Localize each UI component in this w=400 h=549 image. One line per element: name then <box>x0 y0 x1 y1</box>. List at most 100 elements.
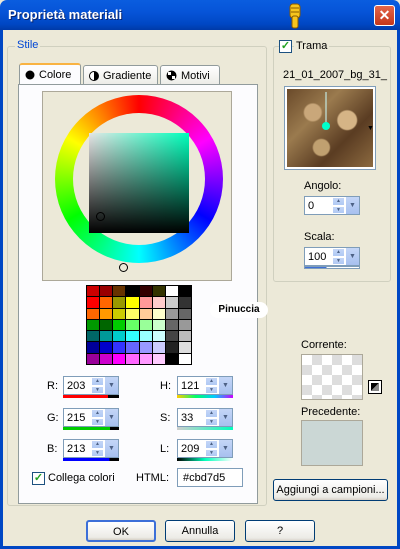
palette-swatch[interactable] <box>100 286 113 297</box>
palette-swatch[interactable] <box>126 331 139 342</box>
chevron-down-icon[interactable]: ▼ <box>367 125 374 132</box>
palette-swatch[interactable] <box>152 297 165 308</box>
palette-swatch[interactable] <box>152 286 165 297</box>
palette-swatch[interactable] <box>139 342 152 353</box>
h-field[interactable]: 121 ▲ ▼ ▼ <box>177 376 233 395</box>
palette-swatch[interactable] <box>126 319 139 331</box>
palette-swatch[interactable] <box>126 342 139 353</box>
html-color-input[interactable]: #cbd7d5 <box>177 468 243 487</box>
window-title: Proprietà materiali <box>8 7 123 22</box>
texture-name: 21_01_2007_bg_31_ <box>283 69 388 81</box>
help-hand-icon[interactable] <box>284 2 306 30</box>
palette-swatch[interactable] <box>139 297 152 308</box>
palette-swatch[interactable] <box>165 286 178 297</box>
palette-swatch[interactable] <box>126 286 139 297</box>
texture-angle-indicator <box>322 92 330 130</box>
angle-field[interactable]: 0 ▲ ▼ ▼ <box>304 196 360 215</box>
chevron-down-icon: ▼ <box>218 440 232 457</box>
gradient-icon <box>89 70 99 81</box>
texture-checkbox[interactable]: ✓ <box>279 40 292 53</box>
l-slider[interactable] <box>177 458 233 461</box>
palette-swatch[interactable] <box>87 286 100 297</box>
b-field[interactable]: 213 ▲ ▼ ▼ <box>63 439 119 458</box>
palette-swatch[interactable] <box>165 297 178 308</box>
palette-swatch[interactable] <box>165 308 178 319</box>
palette-swatch[interactable] <box>87 297 100 308</box>
r-field[interactable]: 203 ▲ ▼ ▼ <box>63 376 119 395</box>
palette-swatch[interactable] <box>165 342 178 353</box>
b-slider[interactable] <box>63 458 119 461</box>
palette-swatch[interactable] <box>178 353 191 364</box>
palette-swatch[interactable] <box>126 353 139 364</box>
g-slider[interactable] <box>63 427 119 430</box>
palette-swatch[interactable] <box>100 331 113 342</box>
palette-swatch[interactable] <box>165 319 178 331</box>
s-slider[interactable] <box>177 427 233 430</box>
palette-swatch[interactable] <box>113 286 126 297</box>
palette-swatch[interactable] <box>178 319 191 331</box>
palette-swatch[interactable] <box>165 331 178 342</box>
tab-motivi[interactable]: Motivi <box>160 65 220 85</box>
palette-swatch[interactable] <box>100 319 113 331</box>
palette-swatch[interactable] <box>152 308 165 319</box>
help-button[interactable]: ? <box>245 520 315 542</box>
r-slider[interactable] <box>63 395 119 398</box>
chevron-down-icon: ▼ <box>345 197 359 214</box>
palette-swatch[interactable] <box>87 319 100 331</box>
palette-swatch[interactable] <box>100 308 113 319</box>
close-button[interactable]: ✕ <box>374 5 395 26</box>
palette-swatch[interactable] <box>152 342 165 353</box>
palette-swatch[interactable] <box>87 308 100 319</box>
palette-swatch[interactable] <box>178 331 191 342</box>
palette-swatch[interactable] <box>87 342 100 353</box>
palette-swatch[interactable] <box>178 342 191 353</box>
add-to-swatches-button[interactable]: Aggiungi a campioni... <box>273 479 388 501</box>
tab-colore[interactable]: Colore <box>19 63 81 85</box>
palette-swatch[interactable] <box>113 319 126 331</box>
palette-swatch[interactable] <box>139 331 152 342</box>
angle-label: Angolo: <box>304 180 342 192</box>
g-field[interactable]: 215 ▲ ▼ ▼ <box>63 408 119 427</box>
palette-swatch[interactable] <box>152 353 165 364</box>
palette-swatch[interactable] <box>126 308 139 319</box>
h-slider[interactable] <box>177 395 233 398</box>
chevron-down-icon: ▼ <box>104 409 118 426</box>
palette-swatch[interactable] <box>139 353 152 364</box>
ok-button[interactable]: OK <box>86 520 156 542</box>
palette-swatch[interactable] <box>139 286 152 297</box>
previous-material-swatch[interactable] <box>301 420 363 466</box>
palette-swatch[interactable] <box>113 353 126 364</box>
palette-swatch[interactable] <box>100 342 113 353</box>
palette-swatch[interactable] <box>113 308 126 319</box>
scale-slider[interactable] <box>304 266 360 269</box>
palette-swatch[interactable] <box>139 319 152 331</box>
palette-swatch[interactable] <box>100 297 113 308</box>
hue-picker-marker[interactable] <box>119 263 128 272</box>
cancel-button[interactable]: Annulla <box>165 520 235 542</box>
current-material-swatch[interactable] <box>301 354 363 400</box>
tab-gradiente[interactable]: Gradiente <box>83 65 158 85</box>
palette-swatch[interactable] <box>87 353 100 364</box>
palette-swatch[interactable] <box>139 308 152 319</box>
palette-swatch[interactable] <box>178 308 191 319</box>
palette-swatch[interactable] <box>87 331 100 342</box>
palette-swatch[interactable] <box>113 297 126 308</box>
palette-swatch[interactable] <box>152 319 165 331</box>
palette-swatch[interactable] <box>126 297 139 308</box>
palette-swatch[interactable] <box>113 331 126 342</box>
palette-swatch[interactable] <box>165 353 178 364</box>
l-field[interactable]: 209 ▲ ▼ ▼ <box>177 439 233 458</box>
sl-picker-marker[interactable] <box>96 212 105 221</box>
scale-field[interactable]: 100 ▲ ▼ ▼ <box>304 247 360 266</box>
palette-swatch[interactable] <box>178 297 191 308</box>
palette-swatch[interactable] <box>113 342 126 353</box>
palette-swatch[interactable] <box>178 286 191 297</box>
s-field[interactable]: 33 ▲ ▼ ▼ <box>177 408 233 427</box>
palette-swatch[interactable] <box>100 353 113 364</box>
link-colors-checkbox[interactable]: ✓ <box>32 472 45 485</box>
g-label: G: <box>47 412 59 424</box>
tab-label: Motivi <box>181 69 210 82</box>
swap-icon[interactable] <box>368 380 382 394</box>
palette-swatch[interactable] <box>152 331 165 342</box>
solid-circle-icon <box>25 70 35 80</box>
